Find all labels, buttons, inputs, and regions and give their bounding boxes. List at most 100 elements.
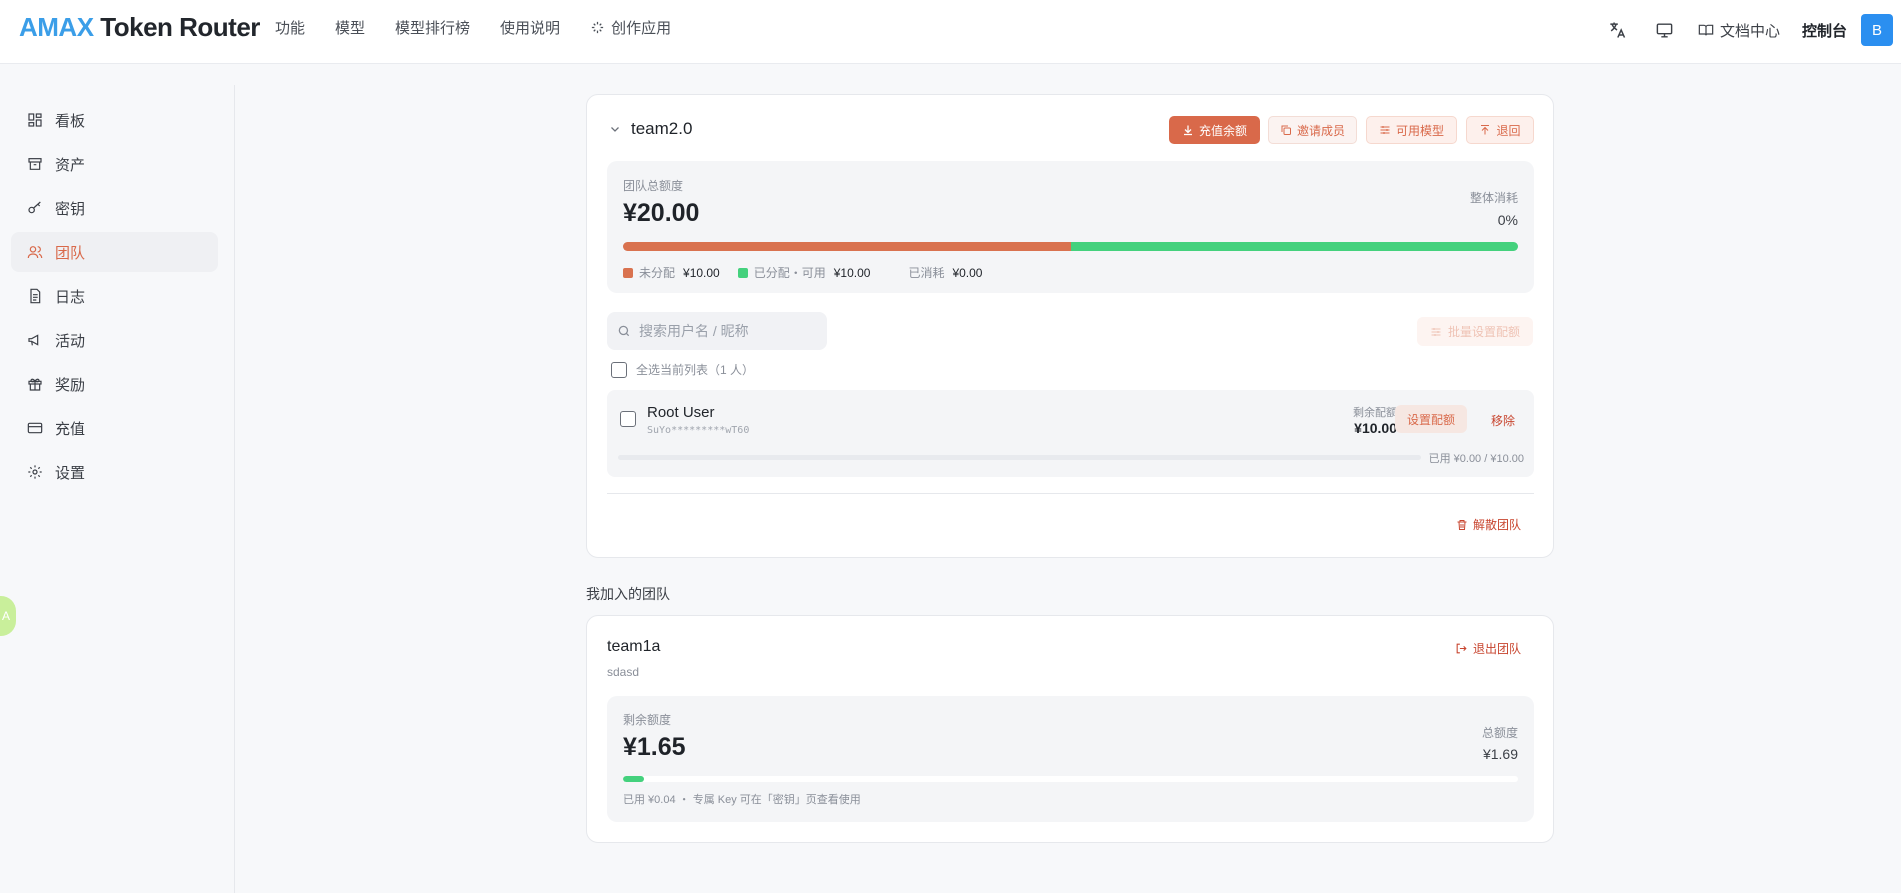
nav-models[interactable]: 模型: [335, 17, 365, 38]
available-models-button[interactable]: 可用模型: [1366, 116, 1457, 144]
sidebar-item-keys[interactable]: 密钥: [11, 188, 218, 228]
team-quota-panel: 团队总额度 ¥20.00 整体消耗 0% 未分配 ¥10.00 已分配・可用 ¥…: [607, 161, 1534, 293]
member-search-input[interactable]: 搜索用户名 / 昵称: [607, 312, 827, 350]
nav-leaderboard[interactable]: 模型排行榜: [395, 17, 470, 38]
joined-team-card: team1a sdasd 退出团队 剩余额度 ¥1.65 总额度 ¥1.69 已…: [586, 615, 1554, 843]
header-right: 文档中心 控制台 B: [1602, 14, 1893, 46]
sliders-icon: [1431, 327, 1441, 336]
quota-label: 团队总额度: [623, 179, 684, 193]
archive-icon: [27, 156, 43, 172]
batch-label: 批量设置配额: [1447, 325, 1520, 339]
joined-usage-bar: [623, 776, 1518, 782]
consumed-label: 已消耗: [908, 266, 945, 280]
dissolve-team-button[interactable]: 解散团队: [1456, 516, 1521, 533]
leave-team-button[interactable]: 退出团队: [1455, 640, 1521, 657]
select-all-checkbox[interactable]: [611, 361, 627, 378]
recharge-label: 充值余额: [1198, 123, 1247, 138]
sidebar-item-label: 活动: [55, 332, 86, 350]
recharge-balance-button[interactable]: 充值余额: [1169, 116, 1260, 144]
nav-create-app[interactable]: 创作应用: [590, 17, 701, 38]
quota-progress-bar: [623, 242, 1518, 251]
docs-label: 文档中心: [1719, 22, 1780, 40]
sliders-icon: [1380, 126, 1390, 134]
sparkle-icon: [591, 21, 604, 34]
logo-part-a: AMAX: [19, 12, 94, 42]
joined-team-desc: sdasd: [607, 665, 640, 679]
credit-card-icon: [27, 420, 43, 436]
chevron-down-icon[interactable]: [609, 123, 621, 135]
users-icon: [27, 244, 43, 260]
download-icon: [1183, 125, 1192, 136]
sidebar-item-label: 密钥: [55, 200, 86, 218]
return-label: 退回: [1496, 123, 1521, 138]
member-usage-text: 已用 ¥0.00 / ¥10.00: [1428, 453, 1524, 465]
logo-part-b: Token Router: [93, 12, 260, 42]
dissolve-label: 解散团队: [1472, 518, 1521, 532]
docs-link[interactable]: 文档中心: [1698, 20, 1780, 41]
set-quota-button[interactable]: 设置配额: [1395, 405, 1467, 433]
allocated-value: ¥10.00: [833, 265, 871, 280]
search-icon: [618, 325, 630, 337]
search-placeholder: 搜索用户名 / 昵称: [639, 323, 749, 339]
remove-member-button[interactable]: 移除: [1491, 412, 1515, 429]
book-icon: [1698, 24, 1714, 36]
divider: [607, 493, 1534, 494]
member-checkbox[interactable]: [620, 411, 636, 427]
avatar[interactable]: B: [1861, 14, 1893, 46]
logo[interactable]: AMAX Token Router: [19, 12, 260, 43]
sidebar-item-activity[interactable]: 活动: [11, 320, 218, 360]
sidebar-item-assets[interactable]: 资产: [11, 144, 218, 184]
nav-features[interactable]: 功能: [275, 17, 305, 38]
sidebar-item-logs[interactable]: 日志: [11, 276, 218, 316]
batch-set-quota-button[interactable]: 批量设置配额: [1417, 317, 1533, 346]
sidebar-item-rewards[interactable]: 奖励: [11, 364, 218, 404]
nav-create-app-label: 创作应用: [611, 20, 672, 37]
logout-icon: [1456, 643, 1467, 654]
sidebar-item-label: 奖励: [55, 376, 86, 394]
joined-quota-panel: 剩余额度 ¥1.65 总额度 ¥1.69 已用 ¥0.04 ・ 专属 Key 可…: [607, 696, 1534, 822]
sidebar: 看板 资产 密钥 团队 日志 活动 奖励 充值 设置: [0, 85, 235, 893]
remaining-quota-label: 剩余配额: [1353, 407, 1397, 419]
remaining-value: ¥1.65: [623, 733, 686, 761]
joined-teams-title: 我加入的团队: [586, 586, 670, 602]
joined-usage-fill: [623, 776, 645, 782]
allocated-swatch: [737, 267, 748, 278]
joined-usage-note: 已用 ¥0.04 ・ 专属 Key 可在「密钥」页查看使用: [623, 794, 861, 806]
nav-usage-guide[interactable]: 使用说明: [500, 17, 560, 38]
sidebar-item-label: 设置: [55, 464, 86, 482]
gear-icon: [27, 464, 43, 480]
trash-icon: [1457, 519, 1467, 530]
member-name: Root User: [647, 404, 715, 421]
remaining-quota-value: ¥10.00: [1354, 420, 1397, 436]
total-value: ¥1.69: [1482, 746, 1518, 762]
sidebar-item-label: 资产: [55, 156, 86, 174]
quota-amount: ¥20.00: [623, 199, 700, 227]
console-link[interactable]: 控制台: [1802, 20, 1847, 41]
models-label: 可用模型: [1395, 123, 1444, 138]
sidebar-item-dashboard[interactable]: 看板: [11, 100, 218, 140]
top-header: AMAX Token Router 功能 模型 模型排行榜 使用说明 创作应用 …: [0, 0, 1901, 64]
invite-member-button[interactable]: 邀请成员: [1268, 116, 1357, 144]
dashboard-icon: [27, 112, 43, 128]
sidebar-item-recharge[interactable]: 充值: [11, 408, 218, 448]
sidebar-item-team[interactable]: 团队: [11, 232, 218, 272]
unallocated-swatch: [623, 267, 633, 278]
top-nav: 功能 模型 模型排行榜 使用说明 创作应用: [275, 17, 731, 38]
key-icon: [27, 200, 43, 216]
invite-label: 邀请成员: [1296, 123, 1345, 138]
select-all[interactable]: 全选当前列表（1 人）: [611, 361, 754, 378]
sidebar-item-settings[interactable]: 设置: [11, 452, 218, 492]
sidebar-item-label: 充值: [55, 420, 86, 438]
unallocated-value: ¥10.00: [683, 265, 720, 280]
document-icon: [27, 288, 43, 304]
joined-team-name: team1a: [607, 638, 661, 655]
consume-value: 0%: [1497, 212, 1518, 228]
sidebar-item-label: 日志: [55, 288, 86, 306]
monitor-icon[interactable]: [1650, 15, 1680, 45]
translate-icon[interactable]: [1602, 15, 1632, 45]
return-button[interactable]: 退回: [1466, 116, 1534, 144]
unallocated-label: 未分配: [639, 266, 676, 280]
total-label: 总额度: [1481, 726, 1518, 740]
team-card: team2.0 充值余额 邀请成员 可用模型 退回 团队总额度 ¥20.00 整…: [586, 94, 1554, 558]
team-title[interactable]: team2.0: [609, 119, 692, 139]
